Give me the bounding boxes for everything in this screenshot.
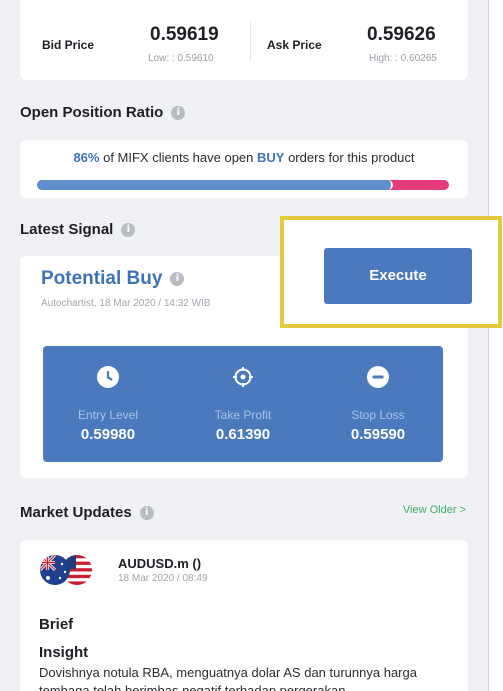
target-icon: [232, 366, 254, 388]
ratio-text-mid: of MIFX clients have open: [99, 150, 258, 165]
ratio-bar: [37, 180, 449, 190]
info-icon[interactable]: i: [171, 106, 186, 121]
view-older-link[interactable]: View Older >: [403, 504, 466, 516]
open-position-ratio-label: Open Position Ratio: [20, 104, 164, 121]
latest-signal-label: Latest Signal: [20, 221, 114, 238]
price-divider: [250, 22, 251, 62]
open-position-ratio-title: Open Position Ratio i: [20, 104, 186, 121]
stop-loss-value: 0.59590: [350, 426, 406, 443]
market-update-item[interactable]: AUDUSD.m () 18 Mar 2020 / 08:49 Brief In…: [20, 540, 468, 691]
bid-price-label: Bid Price: [42, 38, 95, 52]
take-profit-value: 0.61390: [215, 426, 271, 443]
signal-source: Autochartist, 18 Mar 2020 / 14:32 WIB: [41, 298, 211, 309]
latest-signal-title: Latest Signal i: [20, 221, 136, 238]
insight-heading: Insight: [39, 644, 89, 661]
price-card: Bid Price 0.59619 Low: : 0.59610 Ask Pri…: [20, 0, 468, 80]
ratio-text-end: orders for this product: [284, 150, 415, 165]
clock-icon: [97, 366, 119, 388]
bid-low-value: Low: : 0.59610: [148, 53, 214, 64]
signal-levels-panel: Entry Level 0.59980 Take Profit 0.61390 …: [43, 346, 443, 462]
brief-heading: Brief: [39, 616, 74, 633]
ratio-description: 86% of MIFX clients have open BUY orders…: [20, 150, 468, 165]
info-icon[interactable]: i: [170, 271, 185, 286]
app-screen: Bid Price 0.59619 Low: : 0.59610 Ask Pri…: [0, 0, 489, 691]
market-updates-title: Market Updates i: [20, 504, 154, 521]
stop-loss-label: Stop Loss: [351, 408, 405, 422]
ratio-direction: BUY: [257, 150, 285, 165]
market-updates-label: Market Updates: [20, 504, 132, 521]
ratio-percent: 86%: [73, 150, 100, 165]
signal-type-label: Potential Buy: [41, 268, 163, 289]
execute-highlight-box: Execute: [280, 216, 502, 328]
ratio-bar-buy-fill: [37, 180, 394, 190]
ask-price-label: Ask Price: [267, 38, 322, 52]
execute-button[interactable]: Execute: [324, 248, 472, 304]
signal-type: Potential Buy i: [41, 268, 185, 290]
market-date: 18 Mar 2020 / 08:49: [118, 573, 208, 584]
open-position-ratio-card: 86% of MIFX clients have open BUY orders…: [20, 140, 468, 198]
ask-price-value: 0.59626: [367, 24, 436, 45]
info-icon[interactable]: i: [121, 223, 136, 238]
market-symbol: AUDUSD.m (): [118, 556, 202, 571]
insight-text: Dovishnya notula RBA, menguatnya dolar A…: [39, 665, 417, 691]
bid-price-value: 0.59619: [150, 24, 219, 45]
aud-usd-flags-icon: [39, 554, 95, 586]
entry-level-label: Entry Level: [77, 408, 139, 422]
entry-level-value: 0.59980: [80, 426, 136, 443]
minus-circle-icon: [367, 366, 389, 388]
ask-high-value: High: : 0.60265: [369, 53, 437, 64]
take-profit-label: Take Profit: [214, 408, 272, 422]
info-icon[interactable]: i: [139, 506, 154, 521]
